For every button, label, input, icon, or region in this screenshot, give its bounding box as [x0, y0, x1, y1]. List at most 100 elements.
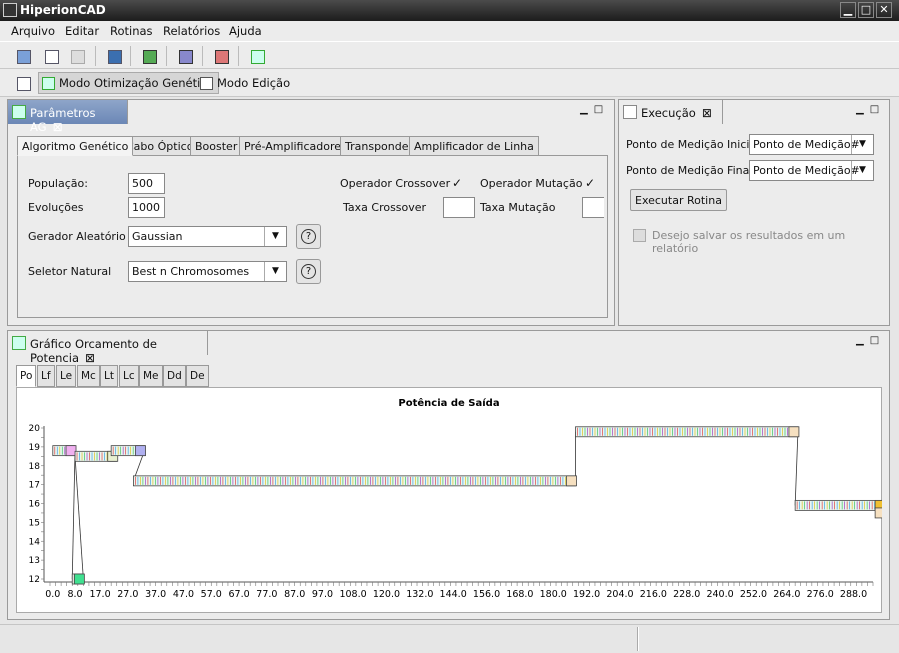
gerador-select[interactable]: Gaussian ▼ — [128, 226, 287, 247]
execution-view-minmax[interactable]: ▁□ — [856, 104, 885, 115]
calculator-button[interactable] — [103, 45, 125, 67]
save-report-checkbox[interactable] — [633, 229, 646, 242]
segment-end-marker — [135, 445, 146, 457]
save-button[interactable] — [66, 45, 88, 67]
component-blue-icon — [179, 50, 193, 64]
menu-arquivo[interactable]: Arquivo — [11, 24, 55, 38]
ponto-inicial-value: Ponto de Medição# — [753, 138, 860, 151]
minimize-button[interactable]: ▁ — [840, 2, 856, 18]
x-tick-label: 156.0 — [473, 589, 500, 600]
chart-tab-mc[interactable]: Mc — [77, 365, 100, 387]
x-tick-label: 8.0 — [67, 589, 82, 600]
component-blue-button[interactable] — [174, 45, 196, 67]
y-tick-label: 17 — [29, 481, 40, 491]
layout-icon — [251, 50, 265, 64]
chart-tab-de[interactable]: De — [186, 365, 209, 387]
x-tick-label: 204.0 — [606, 589, 633, 600]
open-perspective-icon — [17, 77, 31, 91]
execution-view: Execução ⊠ ▁□ Ponto de Medição Inicial Po… — [618, 99, 890, 326]
populacao-input[interactable]: 500 — [128, 173, 165, 194]
perspective-edit-label: Modo Edição — [217, 76, 291, 90]
chevron-down-icon[interactable]: ▼ — [851, 161, 873, 180]
y-tick-label: 15 — [29, 518, 40, 528]
gerador-value: Gaussian — [132, 230, 183, 243]
seletor-select[interactable]: Best n Chromosomes ▼ — [128, 261, 287, 282]
x-tick-label: 276.0 — [807, 589, 834, 600]
open-button[interactable] — [12, 45, 34, 67]
executar-rotina-button[interactable]: Executar Rotina — [630, 189, 727, 211]
ag-view-tab[interactable]: Parâmetros AG ⊠ — [8, 100, 128, 134]
component-green-icon — [143, 50, 157, 64]
chart-tab-lc[interactable]: Lc — [119, 365, 139, 387]
x-tick-label: 192.0 — [573, 589, 600, 600]
menu-bar: Arquivo Editar Rotinas Relatórios Ajuda — [0, 21, 899, 41]
op-crossover-checkbox[interactable]: ✓ — [452, 177, 465, 190]
chart-tab-me[interactable]: Me — [139, 365, 163, 387]
power-segment — [575, 426, 800, 438]
tab-transponder[interactable]: Transponder — [340, 136, 419, 156]
component-green-button[interactable] — [138, 45, 160, 67]
x-tick-label: 57.0 — [201, 589, 222, 600]
chart-tab-po[interactable]: Po — [16, 365, 37, 387]
graph-view-tab[interactable]: Gráfico Orcamento de Potencia ⊠ — [8, 331, 208, 365]
execution-view-tab[interactable]: Execução ⊠ — [619, 100, 723, 124]
x-tick-label: 252.0 — [740, 589, 767, 600]
close-icon[interactable]: ⊠ — [85, 351, 95, 365]
ponto-final-value: Ponto de Medição# — [753, 164, 860, 177]
ponto-inicial-label: Ponto de Medição Inicial — [626, 138, 760, 151]
chevron-down-icon[interactable]: ▼ — [264, 227, 286, 246]
perspective-edit[interactable]: Modo Edição — [196, 72, 295, 94]
chart-tab-dd[interactable]: Dd — [163, 365, 186, 387]
run-button[interactable] — [40, 45, 62, 67]
chart-tab-lt[interactable]: Lt — [100, 365, 118, 387]
y-tick-label: 16 — [29, 500, 41, 510]
perspective-genetic[interactable]: Modo Otimização Genética — [38, 72, 219, 94]
chart-tab-lf[interactable]: Lf — [37, 365, 55, 387]
taxa-mutacao-input[interactable] — [582, 197, 604, 218]
x-tick-label: 132.0 — [406, 589, 433, 600]
menu-editar[interactable]: Editar — [65, 24, 99, 38]
op-mutacao-checkbox[interactable]: ✓ — [585, 177, 598, 190]
tab-pre-amplificadores[interactable]: Pré-Amplificadores — [239, 136, 352, 156]
seletor-label: Seletor Natural — [28, 265, 112, 278]
toolbar-separator — [130, 46, 131, 66]
component-red-button[interactable] — [210, 45, 232, 67]
ag-view-minmax[interactable]: ▁□ — [580, 104, 609, 115]
component-red-icon — [215, 50, 229, 64]
tail-point-marker — [874, 507, 882, 519]
help-icon: ? — [301, 229, 316, 244]
gerador-help-button[interactable]: ? — [296, 224, 321, 249]
ag-tab-content: População: 500 Evoluções 1000 Gerador Al… — [17, 155, 608, 318]
chevron-down-icon[interactable]: ▼ — [851, 135, 873, 154]
chart-tab-le[interactable]: Le — [56, 365, 77, 387]
taxa-crossover-input[interactable] — [443, 197, 475, 218]
segment-bar — [575, 426, 799, 438]
seletor-help-button[interactable]: ? — [296, 259, 321, 284]
layout-button[interactable] — [246, 45, 268, 67]
menu-relatorios[interactable]: Relatórios — [163, 24, 220, 38]
ponto-inicial-select[interactable]: Ponto de Medição# ▼ — [749, 134, 874, 155]
evolucoes-input[interactable]: 1000 — [128, 197, 165, 218]
title-bar: HiperionCAD ▁ □ ✕ — [0, 0, 899, 21]
toolbar — [0, 41, 899, 69]
toolbar-separator — [238, 46, 239, 66]
maximize-button[interactable]: □ — [858, 2, 874, 18]
ponto-final-select[interactable]: Ponto de Medição# ▼ — [749, 160, 874, 181]
close-icon[interactable]: ⊠ — [53, 120, 63, 134]
menu-rotinas[interactable]: Rotinas — [110, 24, 153, 38]
y-tick-label: 14 — [29, 537, 41, 547]
x-tick-label: 97.0 — [312, 589, 333, 600]
y-tick-label: 13 — [29, 556, 40, 566]
chevron-down-icon[interactable]: ▼ — [264, 262, 286, 281]
close-button[interactable]: ✕ — [876, 2, 892, 18]
tab-booster[interactable]: Booster — [190, 136, 243, 156]
power-segment — [52, 445, 77, 457]
tab-algoritmo-genetico[interactable]: Algoritmo Genético — [17, 136, 134, 156]
menu-ajuda[interactable]: Ajuda — [229, 24, 262, 38]
tab-amplificador-linha[interactable]: Amplificador de Linha — [409, 136, 539, 156]
open-perspective-button[interactable] — [12, 72, 34, 94]
graph-view-minmax[interactable]: ▁□ — [856, 335, 885, 346]
toolbar-separator — [202, 46, 203, 66]
execution-view-title: Execução — [641, 106, 696, 120]
close-icon[interactable]: ⊠ — [702, 106, 712, 120]
